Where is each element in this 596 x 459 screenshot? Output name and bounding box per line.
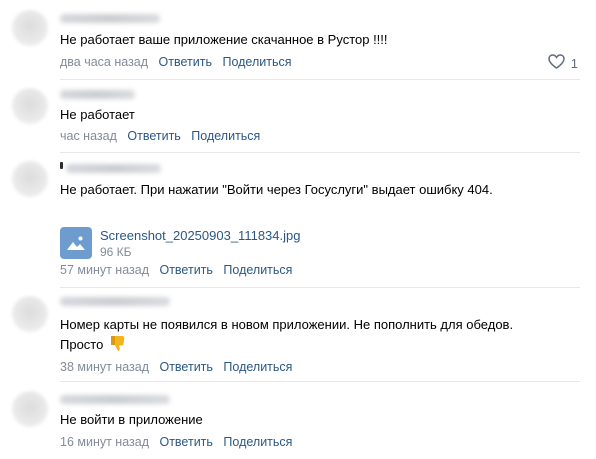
comment-meta: 16 минут назад Ответить Поделиться (60, 434, 292, 450)
comment-3: Не работает. При нажатии "Войти через Го… (0, 153, 596, 288)
reply-link[interactable]: Ответить (159, 55, 212, 69)
reply-link[interactable]: Ответить (159, 360, 212, 374)
comment-text: Не войти в приложение (60, 412, 203, 427)
avatar[interactable] (12, 391, 48, 427)
attachment-size: 96 КБ (100, 245, 132, 259)
comment-meta: час назад Ответить Поделиться (60, 128, 260, 144)
author-name-blurred[interactable] (66, 164, 161, 173)
comment-time[interactable]: час назад (60, 129, 117, 143)
share-link[interactable]: Поделиться (222, 55, 291, 69)
comment-meta: 57 минут назад Ответить Поделиться (60, 262, 292, 278)
like-count: 1 (570, 55, 578, 71)
like-button[interactable]: 1 (548, 54, 578, 72)
heart-icon (548, 54, 565, 72)
reply-link[interactable]: Ответить (159, 263, 212, 277)
attachment-name[interactable]: Screenshot_20250903_111834.jpg (100, 227, 300, 244)
comment-text: Не работает (60, 107, 135, 122)
comment-time[interactable]: два часа назад (60, 55, 148, 69)
comment-4: Номер карты не появился в новом приложен… (0, 288, 596, 382)
comment-time[interactable]: 57 минут назад (60, 263, 149, 277)
comment-1: Не работает ваше приложение скачанное в … (0, 0, 596, 80)
attachment[interactable]: Screenshot_20250903_111834.jpg 96 КБ (60, 227, 300, 260)
comment-5: Не войти в приложение 16 минут назад Отв… (0, 382, 596, 459)
avatar[interactable] (12, 88, 48, 124)
author-name-blurred[interactable] (60, 297, 170, 306)
comment-text-line-2: Просто (60, 334, 556, 357)
share-link[interactable]: Поделиться (223, 360, 292, 374)
comment-text-line-1: Номер карты не появился в новом приложен… (60, 317, 514, 332)
share-link[interactable]: Поделиться (223, 263, 292, 277)
comment-meta: два часа назад Ответить Поделиться (60, 54, 292, 70)
thumbs-down-icon (109, 334, 127, 357)
attachment-info: Screenshot_20250903_111834.jpg 96 КБ (100, 227, 300, 260)
author-name-mark (60, 162, 63, 169)
author-name-blurred[interactable] (60, 14, 160, 23)
share-link[interactable]: Поделиться (223, 435, 292, 449)
image-file-icon (60, 227, 92, 259)
comment-meta: 38 минут назад Ответить Поделиться (60, 359, 292, 375)
comment-text: Не работает ваше приложение скачанное в … (60, 32, 388, 47)
avatar[interactable] (12, 296, 48, 332)
comment-time[interactable]: 38 минут назад (60, 360, 149, 374)
comment-text: Номер карты не появился в новом приложен… (60, 316, 556, 357)
share-link[interactable]: Поделиться (191, 129, 260, 143)
avatar[interactable] (12, 161, 48, 197)
reply-link[interactable]: Ответить (127, 129, 180, 143)
comment-time[interactable]: 16 минут назад (60, 435, 149, 449)
avatar[interactable] (12, 10, 48, 46)
comment-text-line-2-text: Просто (60, 337, 104, 352)
author-name-blurred[interactable] (60, 90, 135, 99)
reply-link[interactable]: Ответить (159, 435, 212, 449)
author-name-blurred[interactable] (60, 395, 170, 404)
comment-2: Не работает час назад Ответить Поделитьс… (0, 80, 596, 152)
comment-text: Не работает. При нажатии "Войти через Го… (60, 182, 493, 197)
